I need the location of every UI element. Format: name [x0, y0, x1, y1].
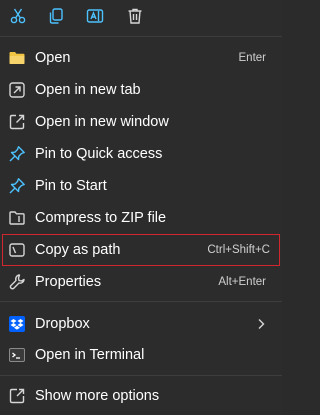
open-new-tab-icon	[8, 81, 26, 99]
menu-item-label: Copy as path	[35, 242, 121, 258]
shortcut-label: Enter	[238, 52, 267, 64]
folder-icon	[8, 49, 26, 67]
cut-button[interactable]	[5, 3, 31, 29]
chevron-right-icon	[254, 317, 268, 331]
menu-item-label: Dropbox	[35, 316, 90, 332]
menu-item-label: Show more options	[35, 388, 160, 404]
menu-item-label: Properties	[35, 274, 102, 290]
divider	[0, 301, 282, 302]
menu-item-label: Open in Terminal	[35, 347, 145, 363]
copy-button[interactable]	[43, 3, 69, 29]
menu-item-pin-to-quick-access[interactable]: Pin to Quick access	[2, 139, 280, 169]
menu-item-label: Pin to Quick access	[35, 146, 163, 162]
menu-item-label: Pin to Start	[35, 178, 107, 194]
divider	[0, 375, 282, 376]
wrench-icon	[8, 273, 26, 291]
pin-start-icon	[8, 177, 26, 195]
rename-icon	[86, 7, 104, 25]
menu-item-pin-to-start[interactable]: Pin to Start	[2, 171, 280, 201]
open-new-window-icon	[8, 113, 26, 131]
pin-icon	[8, 145, 26, 163]
menu-item-label: Open in new window	[35, 114, 169, 130]
menu-item-copy-as-path[interactable]: Copy as path Ctrl+Shift+C	[2, 234, 280, 266]
rename-button[interactable]	[82, 3, 108, 29]
menu-item-dropbox[interactable]: Dropbox	[2, 309, 280, 339]
menu-item-open-in-terminal[interactable]: Open in Terminal	[2, 340, 280, 370]
copy-path-icon	[8, 241, 26, 259]
terminal-icon	[8, 346, 26, 364]
menu-item-open[interactable]: Open Enter	[2, 43, 280, 73]
menu-item-label: Compress to ZIP file	[35, 210, 167, 226]
menu-item-label: Open	[35, 50, 71, 66]
menu-item-open-in-new-window[interactable]: Open in new window	[2, 107, 280, 137]
dropbox-icon	[8, 315, 26, 333]
menu-item-open-in-new-tab[interactable]: Open in new tab	[2, 75, 280, 105]
context-menu: Open Enter Open in new tab Open in new w…	[0, 0, 282, 415]
menu-item-properties[interactable]: Properties Alt+Enter	[2, 267, 280, 297]
shortcut-label: Ctrl+Shift+C	[207, 244, 270, 256]
menu-item-label: Open in new tab	[35, 82, 141, 98]
zip-icon	[8, 209, 26, 227]
shortcut-label: Alt+Enter	[218, 276, 266, 288]
delete-button[interactable]	[122, 3, 148, 29]
cut-icon	[9, 7, 27, 25]
show-more-icon	[8, 387, 26, 405]
copy-icon	[47, 7, 65, 25]
quick-action-bar	[0, 0, 282, 32]
menu-item-show-more-options[interactable]: Show more options	[2, 381, 280, 411]
delete-icon	[126, 7, 144, 25]
menu-item-compress-to-zip[interactable]: Compress to ZIP file	[2, 203, 280, 233]
divider	[0, 36, 282, 37]
